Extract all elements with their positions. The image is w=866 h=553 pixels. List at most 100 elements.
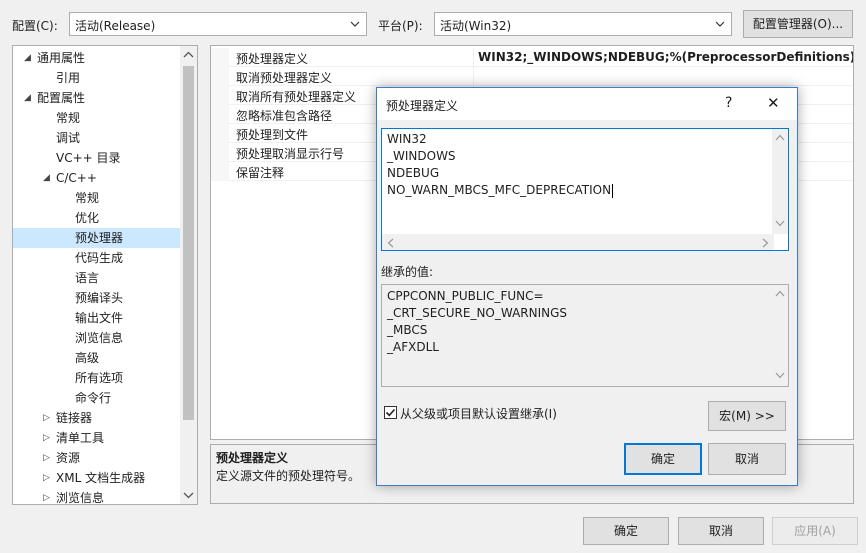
property-name: 预处理器定义 <box>236 52 309 66</box>
collapsed-arrow-icon[interactable]: ▷ <box>43 448 53 468</box>
property-tree[interactable]: ◢ 通用属性 引用 ◢ 配置属性 常规 调试 VC++ 目录 ◢ C/C++ 常规 优化 预处理器 代码生… <box>12 45 198 505</box>
platform-dropdown-value: 活动(Win32) <box>440 19 512 33</box>
tree-item[interactable]: 优化 <box>13 208 180 228</box>
tree-item[interactable]: ▷ XML 文档生成器 <box>13 468 180 488</box>
property-name: 忽略标准包含路径 <box>236 109 333 123</box>
tree-item-label: 高级 <box>75 351 100 365</box>
tree-item[interactable]: 浏览信息 <box>13 328 180 348</box>
tree-item[interactable]: 预处理器 <box>13 228 180 248</box>
tree-scroll-thumb[interactable] <box>183 66 194 420</box>
tree-item-label: 调试 <box>56 131 81 145</box>
definitions-hscroll[interactable] <box>382 234 774 250</box>
tree-item[interactable]: 所有选项 <box>13 368 180 388</box>
config-manager-button[interactable]: 配置管理器(O)... <box>743 10 853 38</box>
text-line: _MBCS <box>387 323 428 337</box>
scroll-down-icon[interactable] <box>775 372 785 379</box>
tree-item[interactable]: VC++ 目录 <box>13 148 180 168</box>
tree-item[interactable]: 语言 <box>13 268 180 288</box>
tree-item[interactable]: ◢ 通用属性 <box>13 48 180 68</box>
platform-dropdown[interactable]: 活动(Win32) <box>434 12 732 36</box>
text-line: _CRT_SECURE_NO_WARNINGS <box>387 306 568 320</box>
inherited-vscroll[interactable] <box>772 285 788 386</box>
scroll-right-icon[interactable] <box>762 238 769 248</box>
tree-item[interactable]: ▷ 清单工具 <box>13 428 180 448</box>
inherit-checkbox[interactable] <box>384 406 397 419</box>
text-line: _WINDOWS <box>387 149 456 163</box>
collapsed-arrow-icon[interactable]: ▷ <box>43 408 53 428</box>
dialog-ok-button[interactable]: 确定 <box>624 443 702 475</box>
tree-item[interactable]: 引用 <box>13 68 180 88</box>
config-dropdown[interactable]: 活动(Release) <box>69 12 367 36</box>
column-separator <box>473 67 474 85</box>
tree-item[interactable]: 调试 <box>13 128 180 148</box>
tree-item[interactable]: 预编译头 <box>13 288 180 308</box>
inherited-values-box: CPPCONN_PUBLIC_FUNC= _CRT_SECURE_NO_WARNI… <box>381 284 789 387</box>
property-row[interactable]: 取消预处理器定义 <box>211 67 853 86</box>
row-gutter <box>211 143 229 162</box>
row-gutter <box>211 48 229 67</box>
tree-item-label: 常规 <box>75 191 100 205</box>
tree-item-label: 引用 <box>56 71 81 85</box>
chevron-down-icon <box>350 21 360 27</box>
tree-item[interactable]: 代码生成 <box>13 248 180 268</box>
ok-button[interactable]: 确定 <box>583 517 669 545</box>
scroll-up-icon[interactable] <box>775 134 785 141</box>
tree-item-label: 代码生成 <box>75 251 124 265</box>
collapsed-arrow-icon[interactable]: ▷ <box>43 488 53 504</box>
expanded-arrow-icon[interactable]: ◢ <box>24 88 34 108</box>
property-name: 预处理到文件 <box>236 128 309 142</box>
tree-item[interactable]: ▷ 浏览信息 <box>13 488 180 504</box>
config-dropdown-value: 活动(Release) <box>75 19 156 33</box>
scroll-down-icon[interactable] <box>775 220 785 227</box>
tree-item[interactable]: 输出文件 <box>13 308 180 328</box>
definitions-vscroll[interactable] <box>772 129 788 234</box>
macro-button[interactable]: 宏(M) >> <box>708 401 786 431</box>
help-icon[interactable]: ? <box>725 95 732 111</box>
dialog-cancel-button[interactable]: 取消 <box>708 443 786 475</box>
collapsed-arrow-icon[interactable]: ▷ <box>43 468 53 488</box>
tree-item-label: 命令行 <box>75 391 112 405</box>
tree-item-label: 链接器 <box>56 411 93 425</box>
apply-button[interactable]: 应用(A) <box>772 517 858 545</box>
column-separator <box>473 48 474 66</box>
collapsed-arrow-icon[interactable]: ▷ <box>43 428 53 448</box>
cancel-button[interactable]: 取消 <box>678 517 764 545</box>
tree-item-label: 资源 <box>56 451 81 465</box>
chevron-down-icon <box>715 21 725 27</box>
text-cursor <box>612 184 613 198</box>
tree-item[interactable]: 常规 <box>13 108 180 128</box>
tree-item[interactable]: ◢ C/C++ <box>13 168 180 188</box>
description-title: 预处理器定义 <box>216 451 289 465</box>
definitions-textarea[interactable]: WIN32 _WINDOWS NDEBUG NO_WARN_MBCS_MFC_DEPR… <box>381 128 789 251</box>
property-name: 预处理取消显示行号 <box>236 147 345 161</box>
tree-item-label: 预编译头 <box>75 291 124 305</box>
property-name: 取消预处理器定义 <box>236 71 333 85</box>
close-icon[interactable]: ✕ <box>767 94 780 112</box>
scroll-left-icon[interactable] <box>387 238 394 248</box>
tree-item[interactable]: 高级 <box>13 348 180 368</box>
expanded-arrow-icon[interactable]: ◢ <box>24 48 34 68</box>
tree-item[interactable]: 常规 <box>13 188 180 208</box>
dialog-title-bar: 预处理器定义 ? ✕ <box>377 88 797 120</box>
tree-item[interactable]: 命令行 <box>13 388 180 408</box>
scroll-down-icon[interactable] <box>183 491 194 499</box>
tree-item-label: 通用属性 <box>37 51 86 65</box>
inherit-checkbox-label[interactable]: 从父级或项目默认设置继承(I) <box>400 405 557 422</box>
expanded-arrow-icon[interactable]: ◢ <box>43 168 53 188</box>
scroll-up-icon[interactable] <box>775 290 785 297</box>
property-value[interactable]: WIN32;_WINDOWS;NDEBUG;%(PreprocessorDefi… <box>478 50 853 64</box>
tree-item-label: C/C++ <box>56 171 97 185</box>
tree-item-label: 输出文件 <box>75 311 124 325</box>
text-line: CPPCONN_PUBLIC_FUNC= <box>387 289 544 303</box>
tree-item-label: VC++ 目录 <box>56 151 121 165</box>
tree-item[interactable]: ▷ 资源 <box>13 448 180 468</box>
tree-item-label: 浏览信息 <box>75 331 124 345</box>
scroll-up-icon[interactable] <box>183 51 194 59</box>
checkmark-icon <box>385 408 396 417</box>
tree-item[interactable]: ◢ 配置属性 <box>13 88 180 108</box>
dialog-title: 预处理器定义 <box>386 99 459 113</box>
tree-scrollbar[interactable] <box>180 46 197 504</box>
property-row[interactable]: 预处理器定义 WIN32;_WINDOWS;NDEBUG;%(Preprocess… <box>211 48 853 67</box>
tree-item[interactable]: ▷ 链接器 <box>13 408 180 428</box>
property-name: 取消所有预处理器定义 <box>236 90 357 104</box>
